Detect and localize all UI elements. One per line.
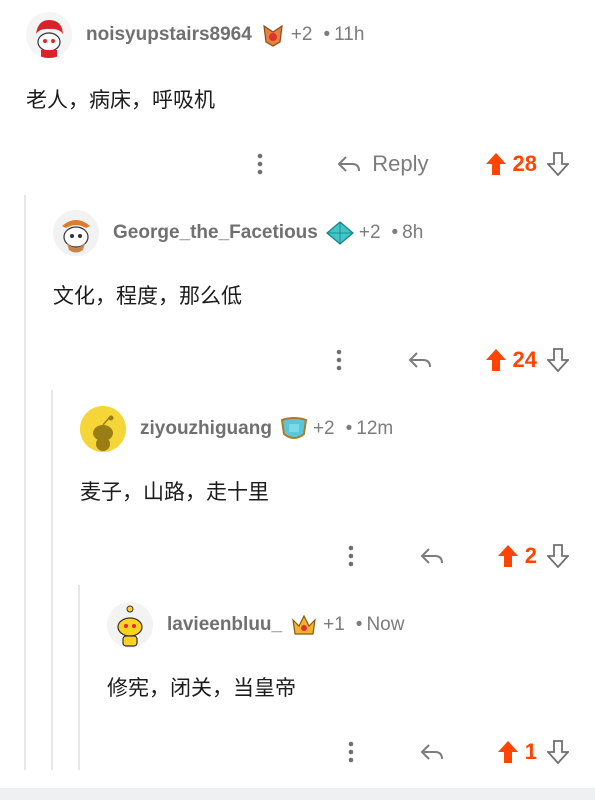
comment-body: 老人，病床，呼吸机 — [26, 88, 215, 112]
reply-arrow-icon — [337, 156, 361, 172]
snoo-avatar-pirate-icon — [53, 210, 99, 256]
more-options-button[interactable] — [248, 144, 272, 184]
more-options-button[interactable] — [327, 340, 351, 380]
comment-body: 麦子，山路，走十里 — [80, 480, 269, 504]
timestamp-separator: • — [355, 614, 363, 635]
reply-button[interactable] — [419, 742, 445, 762]
timestamp-separator: • — [323, 24, 331, 45]
upvote-button[interactable]: 2 — [497, 543, 537, 569]
vote-score: 24 — [512, 347, 537, 372]
reply-button[interactable] — [419, 546, 445, 566]
timestamp: Now — [366, 614, 405, 635]
award-count[interactable]: +2 — [359, 222, 381, 244]
default-snoo-avatar-yellow-icon — [80, 406, 126, 452]
award-count[interactable]: +1 — [323, 614, 345, 636]
user-avatar[interactable] — [53, 210, 99, 256]
more-options-button[interactable] — [339, 536, 363, 576]
downvote-arrow-icon — [547, 740, 569, 764]
upvote-arrow-icon — [497, 545, 518, 567]
more-options-button[interactable] — [339, 732, 363, 772]
username[interactable]: lavieenbluu_ — [167, 614, 282, 636]
downvote-button[interactable] — [547, 544, 569, 568]
bottom-bar — [0, 788, 595, 800]
downvote-button[interactable] — [547, 348, 569, 372]
thread-line-1[interactable] — [24, 195, 26, 770]
vote-score: 28 — [512, 151, 537, 176]
username[interactable]: ziyouzhiguang — [140, 418, 272, 440]
upvote-button[interactable]: 1 — [497, 739, 537, 765]
timestamp-separator: • — [391, 222, 399, 243]
comment-header: ziyouzhiguang +2 • 12m — [80, 404, 595, 454]
comment-1: noisyupstairs8964 +2 • 11h 老人，病床，呼吸机 — [26, 10, 595, 112]
downvote-arrow-icon — [547, 348, 569, 372]
user-avatar[interactable] — [26, 12, 72, 58]
comment-header: George_the_Facetious +2 • 8h — [53, 208, 595, 258]
downvote-arrow-icon — [547, 544, 569, 568]
snoo-avatar-yellow-icon — [107, 602, 153, 648]
downvote-arrow-icon — [547, 152, 569, 176]
comment-header: noisyupstairs8964 +2 • 11h — [26, 10, 595, 60]
downvote-button[interactable] — [547, 740, 569, 764]
username[interactable]: George_the_Facetious — [113, 222, 318, 244]
comment-2: George_the_Facetious +2 • 8h 文化，程度，那么低 — [53, 208, 595, 308]
user-avatar[interactable] — [80, 406, 126, 452]
reply-arrow-icon — [420, 548, 443, 564]
comment-actions: 24 — [327, 340, 595, 380]
reply-label[interactable]: Reply — [372, 151, 428, 177]
thread-line-2[interactable] — [51, 390, 53, 770]
award-count[interactable]: +2 — [313, 418, 335, 440]
vote-score: 1 — [524, 739, 537, 764]
diamond-award-icon[interactable] — [325, 221, 354, 245]
comment-actions: 2 — [339, 536, 595, 576]
fire-award-icon[interactable] — [260, 22, 286, 48]
comment-body: 文化，程度，那么低 — [53, 284, 242, 308]
reply-arrow-icon — [408, 352, 431, 368]
timestamp: 8h — [402, 222, 424, 243]
upvote-button[interactable]: 28 — [485, 151, 537, 177]
user-avatar[interactable] — [107, 602, 153, 648]
upvote-arrow-icon — [485, 349, 506, 371]
timestamp: 11h — [334, 24, 365, 45]
comment-4: lavieenbluu_ +1 • Now 修宪，闭关，当皇帝 — [107, 600, 595, 700]
vote-score: 2 — [524, 543, 537, 568]
reply-button[interactable]: Reply — [336, 151, 429, 177]
snoo-avatar-red-hair-icon — [26, 12, 72, 58]
comment-actions: 1 — [339, 732, 595, 772]
upvote-arrow-icon — [497, 741, 518, 763]
username[interactable]: noisyupstairs8964 — [86, 24, 252, 46]
more-vertical-icon — [336, 349, 341, 371]
more-vertical-icon — [348, 741, 354, 763]
more-vertical-icon — [257, 153, 263, 175]
comment-header: lavieenbluu_ +1 • Now — [107, 600, 595, 650]
thread-line-3[interactable] — [78, 585, 80, 770]
reply-button[interactable] — [407, 350, 433, 370]
timestamp-separator: • — [345, 418, 353, 439]
comment-3: ziyouzhiguang +2 • 12m 麦子，山路，走十里 — [80, 404, 595, 504]
timestamp: 12m — [356, 418, 394, 439]
downvote-button[interactable] — [547, 152, 569, 176]
reply-arrow-icon — [420, 744, 443, 760]
award-count[interactable]: +2 — [291, 24, 313, 46]
crown-award-icon[interactable] — [290, 612, 318, 638]
upvote-arrow-icon — [485, 153, 506, 175]
upvote-button[interactable]: 24 — [485, 347, 537, 373]
shield-award-icon[interactable] — [280, 416, 308, 442]
comment-actions: Reply 28 — [248, 144, 595, 184]
comment-body: 修宪，闭关，当皇帝 — [107, 676, 296, 700]
more-vertical-icon — [348, 545, 354, 567]
